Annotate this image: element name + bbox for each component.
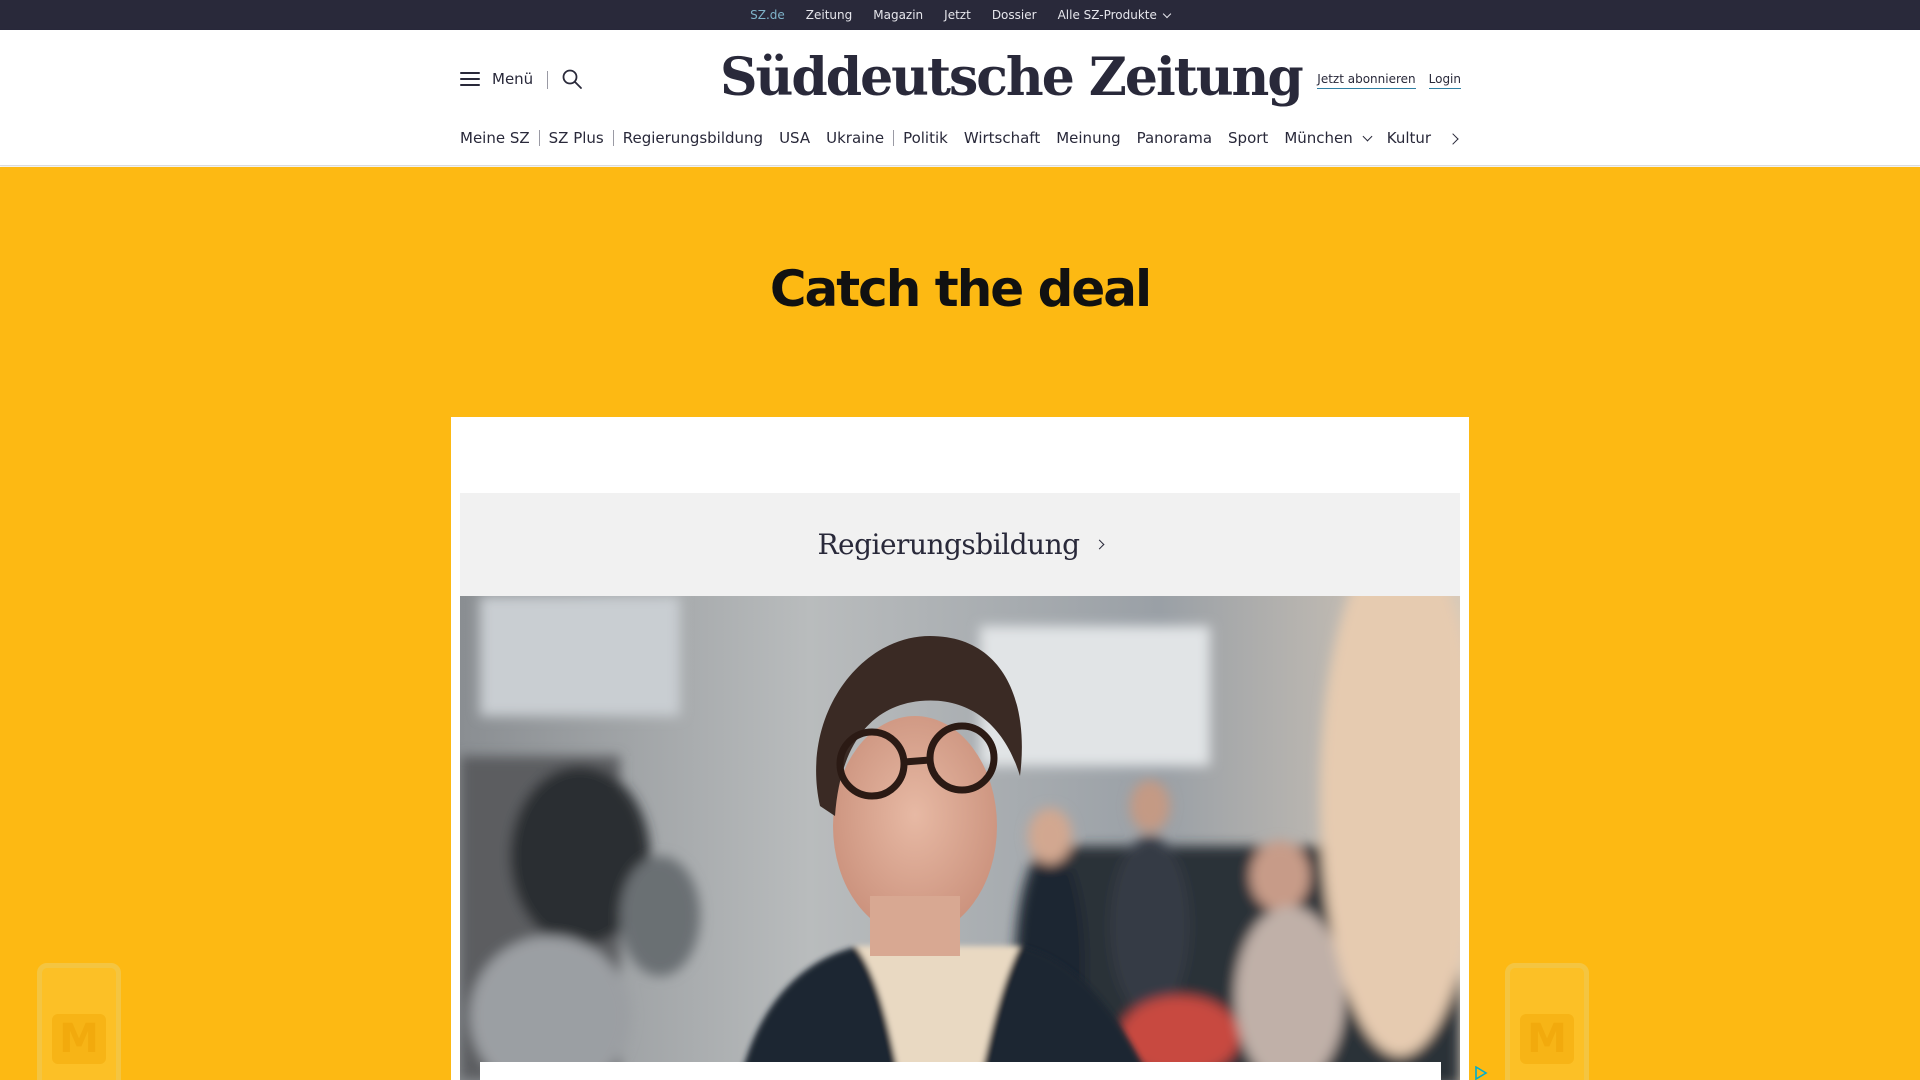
adchoices-icon[interactable] [1474, 1065, 1488, 1080]
nav-item-sport[interactable]: Sport [1228, 129, 1268, 147]
product-bar: SZ.de Zeitung Magazin Jetzt Dossier Alle… [0, 0, 1920, 30]
nav-item-meinung[interactable]: Meinung [1056, 129, 1120, 147]
nav-item-kultur[interactable]: Kultur [1387, 129, 1431, 147]
product-link-all-products[interactable]: Alle SZ-Produkte [1057, 8, 1172, 22]
ad-headline[interactable]: Catch the deal [0, 260, 1920, 318]
menu-label: Menü [492, 70, 534, 88]
muenchen-label: München [1284, 129, 1353, 147]
nav-item-wirtschaft[interactable]: Wirtschaft [964, 129, 1040, 147]
nav-item-meine-sz[interactable]: Meine SZ [460, 129, 530, 147]
product-links: SZ.de Zeitung Magazin Jetzt Dossier Alle… [750, 8, 1172, 22]
nav-item-ukraine[interactable]: Ukraine [826, 129, 884, 147]
product-link-jetzt[interactable]: Jetzt [944, 8, 971, 22]
teaser-card-top[interactable] [480, 1062, 1441, 1080]
menu-button[interactable]: Menü [460, 70, 533, 88]
nav-item-muenchen[interactable]: München [1284, 129, 1373, 147]
chevron-right-icon [1094, 539, 1104, 550]
article-photo[interactable] [460, 596, 1460, 1080]
product-link-magazin[interactable]: Magazin [873, 8, 923, 22]
topic-header[interactable]: Regierungsbildung [460, 493, 1460, 596]
site-header: Menü Süddeutsche Zeitung Jetzt abonniere… [0, 30, 1920, 166]
login-link[interactable]: Login [1428, 72, 1461, 89]
product-link-dossier[interactable]: Dossier [992, 8, 1037, 22]
ad-phone-graphic-right[interactable]: M [1505, 963, 1589, 1080]
chevron-right-icon[interactable] [1446, 131, 1462, 147]
product-link-zeitung[interactable]: Zeitung [806, 8, 852, 22]
account-links: Jetzt abonnieren Login [1317, 72, 1461, 89]
section-nav: Meine SZ SZ Plus Regierungsbildung USA U… [460, 129, 1447, 147]
nav-item-panorama[interactable]: Panorama [1137, 129, 1212, 147]
subscribe-link[interactable]: Jetzt abonnieren [1317, 72, 1416, 89]
nav-item-sz-plus[interactable]: SZ Plus [549, 129, 604, 147]
site-logo[interactable]: Süddeutsche Zeitung [720, 48, 1304, 108]
nav-item-usa[interactable]: USA [779, 129, 810, 147]
chevron-down-icon [1162, 9, 1172, 19]
menu-divider [547, 71, 548, 89]
golden-arches-logo: M [52, 1014, 106, 1064]
nav-item-politik[interactable]: Politik [903, 129, 948, 147]
portrait-photo-image [460, 596, 1460, 1080]
content-card: Regierungsbildung [451, 417, 1469, 1080]
nav-divider [612, 130, 614, 146]
ad-phone-graphic-left[interactable]: M [37, 963, 121, 1080]
golden-arches-logo: M [1520, 1014, 1574, 1064]
hamburger-icon [460, 72, 480, 86]
search-icon [562, 69, 582, 89]
topic-label: Regierungsbildung [817, 528, 1080, 561]
search-button[interactable] [561, 68, 583, 90]
chevron-down-icon [1362, 131, 1373, 141]
nav-divider [538, 130, 540, 146]
all-products-label: Alle SZ-Produkte [1057, 8, 1157, 22]
nav-divider [893, 130, 895, 146]
nav-item-regierungsbildung[interactable]: Regierungsbildung [623, 129, 763, 147]
product-link-sz-de[interactable]: SZ.de [750, 8, 785, 22]
